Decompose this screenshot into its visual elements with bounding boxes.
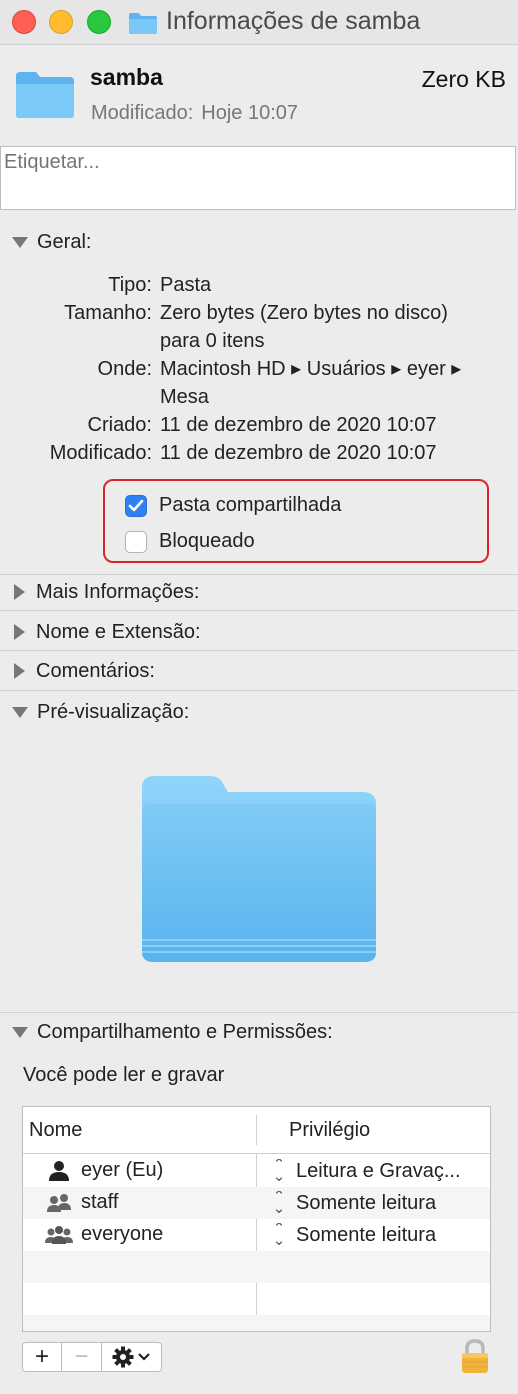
- locked-label: Bloqueado: [159, 530, 255, 552]
- action-menu-button[interactable]: [102, 1342, 162, 1372]
- section-general-title: Geral:: [37, 230, 92, 253]
- close-button[interactable]: [12, 10, 36, 34]
- empty-row: [23, 1283, 490, 1315]
- user-cell: everyone: [45, 1223, 163, 1246]
- disclosure-open-icon[interactable]: [12, 236, 28, 248]
- section-more-info-header[interactable]: Mais Informações:: [0, 576, 518, 608]
- tags-field[interactable]: [0, 146, 516, 210]
- divider: [0, 650, 518, 651]
- divider: [0, 574, 518, 575]
- item-name: samba: [90, 64, 163, 90]
- section-comments-title: Comentários:: [36, 659, 155, 682]
- privilege-value: Somente leitura: [296, 1223, 437, 1246]
- disclosure-closed-icon[interactable]: [14, 584, 25, 600]
- info-key: Tipo:: [108, 274, 152, 296]
- section-name-ext-header[interactable]: Nome e Extensão:: [0, 616, 518, 648]
- disclosure-open-icon[interactable]: [12, 1026, 28, 1038]
- remove-user-button[interactable]: −: [62, 1342, 102, 1372]
- modified-value: Hoje 10:07: [201, 102, 299, 124]
- single-user-icon: [45, 1160, 73, 1182]
- divider: [0, 690, 518, 691]
- locked-checkbox[interactable]: [125, 530, 147, 553]
- info-key: Modificado:: [49, 442, 152, 464]
- group-icon: [45, 1193, 73, 1213]
- user-name: staff: [81, 1191, 119, 1213]
- disclosure-open-icon[interactable]: [12, 706, 28, 718]
- table-row[interactable]: staff ⌃ ⌄ Somente leitura: [23, 1187, 490, 1219]
- chevron-down-icon: [138, 1353, 150, 1361]
- disclosure-closed-icon[interactable]: [14, 663, 25, 679]
- user-cell: staff: [45, 1191, 118, 1214]
- section-preview-header[interactable]: Pré-visualização:: [0, 696, 518, 728]
- section-more-info-title: Mais Informações:: [36, 580, 200, 603]
- section-general-header[interactable]: Geral:: [0, 226, 518, 258]
- disclosure-closed-icon[interactable]: [14, 624, 25, 640]
- permissions-table[interactable]: Nome Privilégio eyer (Eu) ⌃ ⌄ Leitura e G…: [22, 1106, 491, 1332]
- folder-preview-icon: [142, 776, 376, 962]
- section-sharing-title: Compartilhamento e Permissões:: [37, 1020, 333, 1043]
- info-key: Onde:: [97, 358, 152, 380]
- zoom-button[interactable]: [87, 10, 111, 34]
- empty-row: [23, 1315, 490, 1331]
- everyone-icon: [45, 1225, 73, 1245]
- modified-label: Modificado:: [91, 102, 194, 124]
- info-key: Criado:: [87, 414, 152, 436]
- updown-chevron-icon: ⌃ ⌄: [272, 1191, 286, 1215]
- user-name: eyer (Eu): [81, 1159, 164, 1181]
- privilege-value: Leitura e Gravaç...: [296, 1159, 461, 1182]
- info-value: Macintosh HD ▸ Usuários ▸ eyer ▸ Mesa: [160, 358, 462, 408]
- shared-folder-label: Pasta compartilhada: [159, 494, 342, 516]
- lock-icon[interactable]: [459, 1338, 491, 1374]
- shared-folder-option[interactable]: Pasta compartilhada: [125, 494, 341, 517]
- column-separator: [256, 1115, 257, 1145]
- info-key: Tamanho:: [64, 302, 152, 324]
- divider: [0, 610, 518, 611]
- section-comments-header[interactable]: Comentários:: [0, 655, 518, 687]
- window-title: Informações de samba: [166, 7, 421, 35]
- folder-icon: [16, 72, 74, 118]
- section-sharing-header[interactable]: Compartilhamento e Permissões:: [0, 1016, 518, 1048]
- modified-summary: Modificado: Hoje 10:07: [91, 102, 298, 125]
- column-privilege-header[interactable]: Privilégio: [289, 1119, 370, 1142]
- folder-icon: [129, 13, 157, 34]
- minimize-button[interactable]: [49, 10, 73, 34]
- section-preview-title: Pré-visualização:: [37, 700, 190, 723]
- privilege-popup[interactable]: ⌃ ⌄ Leitura e Gravaç...: [270, 1159, 488, 1183]
- user-name: everyone: [81, 1223, 164, 1245]
- item-size: Zero KB: [421, 66, 506, 92]
- table-header: Nome Privilégio: [23, 1107, 490, 1154]
- info-value: 11 de dezembro de 2020 10:07: [160, 414, 437, 436]
- table-row[interactable]: eyer (Eu) ⌃ ⌄ Leitura e Gravaç...: [23, 1155, 490, 1187]
- add-user-button[interactable]: +: [22, 1342, 62, 1372]
- info-value: Pasta: [160, 274, 212, 296]
- privilege-popup[interactable]: ⌃ ⌄ Somente leitura: [270, 1223, 488, 1247]
- info-value: 11 de dezembro de 2020 10:07: [160, 442, 437, 464]
- permissions-caption: Você pode ler e gravar: [23, 1064, 225, 1086]
- privilege-popup[interactable]: ⌃ ⌄ Somente leitura: [270, 1191, 488, 1215]
- locked-option[interactable]: Bloqueado: [125, 530, 255, 553]
- privilege-value: Somente leitura: [296, 1191, 437, 1214]
- permissions-toolbar: + −: [22, 1342, 162, 1372]
- section-name-ext-title: Nome e Extensão:: [36, 620, 201, 643]
- shared-folder-checkbox[interactable]: [125, 494, 147, 517]
- updown-chevron-icon: ⌃ ⌄: [272, 1159, 286, 1183]
- tags-input[interactable]: [1, 147, 507, 178]
- user-cell: eyer (Eu): [45, 1159, 163, 1182]
- title-bar: Informações de samba: [0, 0, 518, 45]
- info-value: Zero bytes (Zero bytes no disco) para 0 …: [160, 302, 448, 352]
- column-name-header[interactable]: Nome: [29, 1119, 82, 1142]
- checkmark-icon: [128, 499, 144, 511]
- table-row[interactable]: everyone ⌃ ⌄ Somente leitura: [23, 1219, 490, 1251]
- gear-icon: [112, 1346, 134, 1368]
- divider: [0, 1012, 518, 1013]
- empty-row: [23, 1251, 490, 1283]
- updown-chevron-icon: ⌃ ⌄: [272, 1223, 286, 1247]
